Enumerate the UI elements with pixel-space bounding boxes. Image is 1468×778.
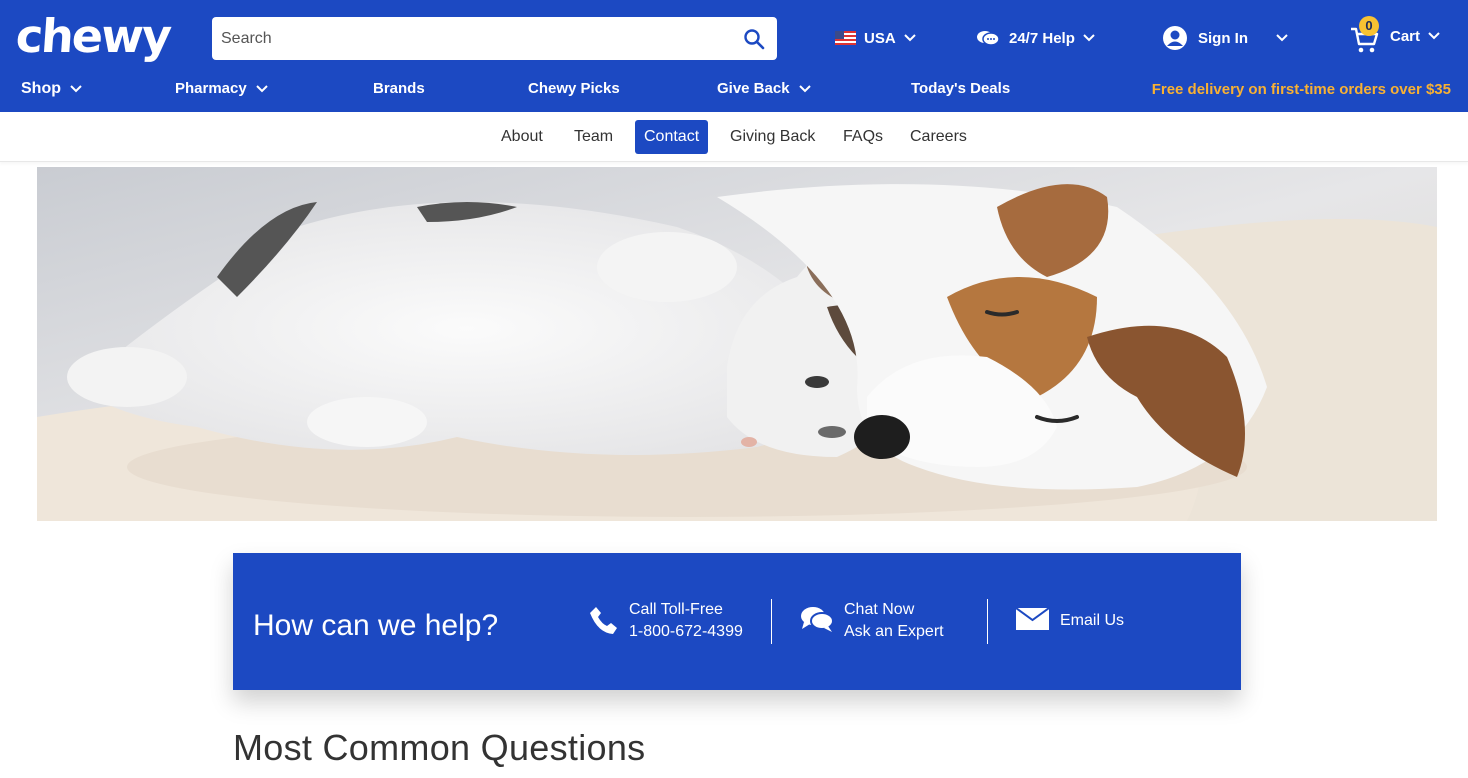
nav-brands-label: Brands (373, 80, 425, 97)
chevron-down-icon (1083, 34, 1095, 42)
chat-help-icon (977, 31, 1000, 46)
email-label: Email Us (1060, 612, 1125, 629)
promo-link[interactable]: Free delivery on first-time orders over … (1152, 81, 1451, 98)
country-selector[interactable]: USA (835, 22, 916, 54)
help-box: How can we help? Call Toll-Free 1-800-67… (233, 553, 1241, 690)
chevron-down-icon (70, 85, 82, 93)
phone-icon (590, 607, 617, 634)
chewy-logo[interactable]: chewy (16, 8, 176, 64)
chevron-down-icon (798, 84, 811, 92)
nav-give-back-label: Give Back (717, 80, 790, 97)
call-label: Call Toll-Free (629, 601, 723, 618)
help-title: How can we help? (253, 609, 499, 642)
nav-chewy-picks-label: Chewy Picks (528, 80, 620, 97)
nav-brands[interactable]: Brands (373, 80, 425, 97)
chevron-down-icon (1276, 34, 1288, 42)
search-icon[interactable] (743, 28, 765, 50)
nav-shop[interactable]: Shop (21, 80, 82, 98)
call-number[interactable]: 1-800-672-4399 (629, 621, 743, 643)
chat-sublabel: Ask an Expert (844, 623, 944, 640)
nav-chewy-picks[interactable]: Chewy Picks (528, 80, 620, 97)
cart-button[interactable]: 0 Cart (1350, 14, 1440, 58)
nav-todays-deals-label: Today's Deals (911, 80, 1011, 97)
envelope-icon (1016, 608, 1049, 630)
subnav-careers[interactable]: Careers (901, 120, 976, 154)
chat-bubbles-icon (801, 607, 834, 632)
country-label: USA (864, 29, 896, 47)
search-box[interactable] (212, 17, 777, 60)
chevron-down-icon (1428, 32, 1440, 40)
help-label: 24/7 Help (1009, 29, 1075, 47)
svg-text:chewy: chewy (16, 9, 174, 63)
chevron-down-icon (903, 34, 916, 42)
subnav-about[interactable]: About (492, 120, 552, 154)
nav-pharmacy-label: Pharmacy (175, 80, 247, 97)
section-title: Most Common Questions (233, 727, 646, 768)
subnav-faqs[interactable]: FAQs (834, 120, 892, 154)
hero-image (37, 167, 1437, 521)
nav-shop-label: Shop (21, 80, 61, 97)
cat-and-dog-image (37, 167, 1437, 521)
cart-label: Cart (1390, 27, 1421, 45)
nav-give-back[interactable]: Give Back (717, 80, 811, 97)
top-bar: chewy USA 24/7 Help (0, 0, 1468, 112)
cart-count-badge: 0 (1359, 16, 1379, 36)
nav-todays-deals[interactable]: Today's Deals (911, 80, 1010, 97)
sign-in-label: Sign In (1198, 29, 1248, 47)
chevron-down-icon (256, 84, 268, 92)
search-input[interactable] (212, 17, 732, 60)
chat-label: Chat Now (844, 601, 915, 618)
user-icon (1163, 26, 1187, 50)
subnav-team[interactable]: Team (565, 120, 622, 154)
sign-in-menu[interactable]: Sign In (1162, 22, 1288, 54)
subnav-contact[interactable]: Contact (635, 120, 709, 154)
subnav-giving-back[interactable]: Giving Back (721, 120, 824, 154)
divider (771, 599, 772, 644)
divider (987, 599, 988, 644)
nav-pharmacy[interactable]: Pharmacy (175, 80, 268, 97)
us-flag-icon (835, 31, 856, 45)
sub-nav: About Team Contact Giving Back FAQs Care… (0, 112, 1468, 162)
help-menu[interactable]: 24/7 Help (976, 22, 1095, 54)
